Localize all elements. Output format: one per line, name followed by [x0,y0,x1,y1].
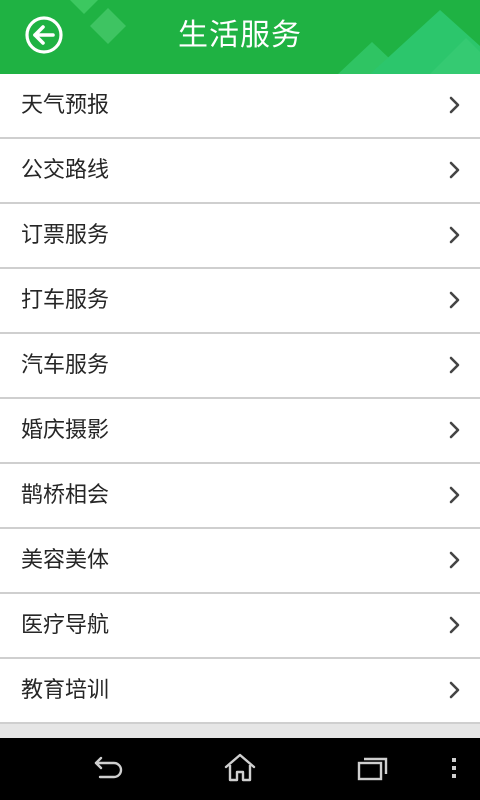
recent-apps-icon [357,757,388,781]
list-item-label: 鹊桥相会 [21,483,110,508]
list-item-car-service[interactable]: 汽车服务 [0,334,480,399]
list-item-label: 订票服务 [21,223,110,248]
chevron-right-icon [449,681,460,699]
chevron-right-icon [449,356,460,374]
list-item-label: 打车服务 [21,288,110,313]
header-decoration [70,0,480,74]
header-bar: 生活服务 [0,0,480,74]
chevron-right-icon [449,96,460,114]
menu-dots-icon [452,758,456,778]
chevron-right-icon [449,486,460,504]
list-item-ticketing[interactable]: 订票服务 [0,204,480,269]
list-item-beauty[interactable]: 美容美体 [0,529,480,594]
back-button[interactable] [24,15,64,55]
nav-back-button[interactable] [88,750,128,786]
nav-menu-button[interactable] [434,750,474,786]
list-item-label: 天气预报 [21,93,110,118]
list-item-wedding-photo[interactable]: 婚庆摄影 [0,399,480,464]
list-item-label: 汽车服务 [21,353,110,378]
system-nav-bar [0,738,480,800]
chevron-right-icon [449,226,460,244]
chevron-right-icon [449,421,460,439]
app-screen: 生活服务 天气预报 公交路线 订票服务 打车服务 汽车服务 婚庆摄影 鹊桥相会 [0,0,480,800]
list-item-education[interactable]: 教育培训 [0,659,480,724]
list-item-label: 教育培训 [21,678,110,703]
chevron-right-icon [449,616,460,634]
list-item-label: 公交路线 [21,158,110,183]
service-list: 天气预报 公交路线 订票服务 打车服务 汽车服务 婚庆摄影 鹊桥相会 美容美体 [0,74,480,738]
nav-home-button[interactable] [220,750,260,786]
list-item-taxi[interactable]: 打车服务 [0,269,480,334]
list-item-weather[interactable]: 天气预报 [0,74,480,139]
list-item-label: 美容美体 [21,548,110,573]
home-icon [224,753,256,782]
list-item-label: 医疗导航 [21,613,110,638]
back-arrow-icon [25,16,63,54]
list-item-medical[interactable]: 医疗导航 [0,594,480,659]
chevron-right-icon [449,551,460,569]
list-item-label: 婚庆摄影 [21,418,110,443]
back-icon [94,756,123,779]
list-item-matchmaking[interactable]: 鹊桥相会 [0,464,480,529]
chevron-right-icon [449,161,460,179]
list-item-bus-route[interactable]: 公交路线 [0,139,480,204]
chevron-right-icon [449,291,460,309]
nav-recent-apps-button[interactable] [352,750,392,786]
